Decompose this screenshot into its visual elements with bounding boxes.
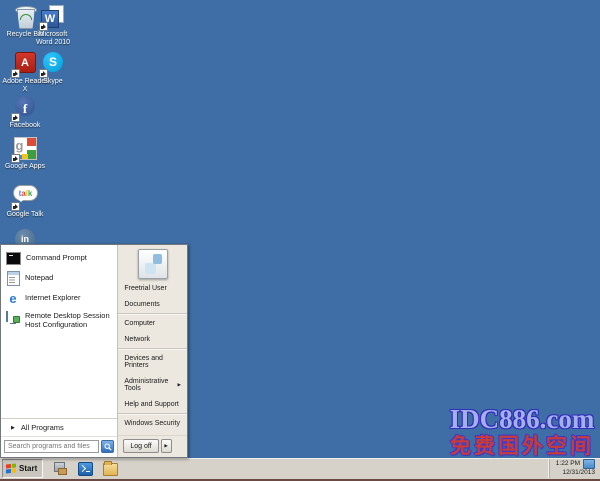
menu-separator [118, 313, 187, 314]
shortcut-arrow-icon [39, 69, 48, 78]
menu-item-notepad[interactable]: Notepad [1, 268, 117, 288]
start-menu-right-column: Freetrial User Documents Computer Networ… [117, 245, 187, 457]
desktop-icon-label: Skype [30, 78, 76, 86]
notepad-icon [6, 271, 20, 285]
remote-desktop-config-icon [6, 311, 20, 325]
logoff-row: Log off ▶ [118, 435, 187, 457]
menu-separator [118, 413, 187, 414]
desktop-icon-label: Google Talk [2, 211, 48, 219]
menu-item-help-support[interactable]: Help and Support [118, 396, 187, 412]
server-manager-icon [54, 462, 67, 475]
shortcut-arrow-icon [39, 22, 48, 31]
command-prompt-icon [6, 251, 21, 265]
facebook-icon: f [13, 96, 37, 120]
menu-item-rd-session-host-config[interactable]: Remote Desktop Session Host Configuratio… [1, 308, 117, 333]
folder-icon [103, 463, 118, 476]
menu-item-internet-explorer[interactable]: e Internet Explorer [1, 288, 117, 308]
menu-item-network[interactable]: Network [118, 331, 187, 347]
menu-item-windows-security[interactable]: Windows Security [118, 415, 187, 431]
start-button[interactable]: Start [2, 459, 43, 478]
menu-item-administrative-tools[interactable]: Administrative Tools ▶ [118, 373, 187, 396]
google-apps-icon: g [13, 137, 37, 161]
quick-launch [53, 462, 118, 476]
search-go-button[interactable] [101, 440, 114, 453]
menu-item-devices-printers[interactable]: Devices and Printers [118, 350, 187, 373]
google-talk-icon: talk [13, 185, 37, 209]
desktop-icon-skype[interactable]: S Skype [30, 51, 76, 86]
taskbar-clock[interactable]: 1:22 PM 12/31/2013 [556, 459, 595, 477]
windows-explorer-button[interactable] [103, 462, 118, 476]
log-off-button[interactable]: Log off [123, 439, 158, 453]
desktop-icon-facebook[interactable]: f Facebook [2, 95, 48, 130]
magnifier-icon [104, 443, 112, 451]
start-menu: Command Prompt Notepad e Internet Explor… [0, 244, 188, 458]
user-avatar[interactable] [138, 249, 168, 279]
word-icon: W [41, 5, 65, 29]
menu-item-computer[interactable]: Computer [118, 315, 187, 331]
menu-item-command-prompt[interactable]: Command Prompt [1, 248, 117, 268]
shutdown-options-button[interactable]: ▶ [161, 439, 172, 453]
user-name[interactable]: Freetrial User [118, 282, 187, 296]
shortcut-arrow-icon [11, 113, 20, 122]
all-programs-item[interactable]: ▶ All Programs [1, 419, 117, 436]
menu-separator [118, 348, 187, 349]
server-manager-button[interactable] [53, 462, 68, 476]
desktop-icon-word[interactable]: W Microsoft Word 2010 [30, 5, 76, 48]
clock-time: 1:22 PM [556, 460, 580, 468]
shortcut-arrow-icon [11, 154, 20, 163]
watermark-line2: 免费国外空间 [446, 436, 598, 457]
desktop[interactable]: Recycle Bin W Microsoft Word 2010 A Adob… [0, 0, 600, 481]
powershell-icon [78, 462, 93, 476]
desktop-icon-label: Facebook [2, 122, 48, 130]
network-icon[interactable] [583, 459, 595, 469]
desktop-icon-label: Microsoft Word 2010 [30, 31, 76, 48]
system-tray: 1:22 PM 12/31/2013 [549, 459, 598, 478]
powershell-button[interactable] [78, 462, 93, 476]
windows-logo-icon [6, 463, 16, 473]
clock-date: 12/31/2013 [562, 469, 595, 477]
shortcut-arrow-icon [11, 202, 20, 211]
taskbar: Start 1:22 PM 12/31/2013 [0, 458, 600, 481]
desktop-icon-label: Google Apps [2, 163, 48, 171]
start-menu-left-column: Command Prompt Notepad e Internet Explor… [1, 245, 117, 457]
submenu-arrow-icon: ▶ [178, 382, 181, 388]
desktop-icon-google-apps[interactable]: g Google Apps [2, 137, 48, 171]
logoff-arrow-icon: ▶ [164, 443, 167, 449]
search-input[interactable] [4, 440, 99, 453]
all-programs-arrow-icon: ▶ [11, 425, 15, 431]
watermark: IDC886.com 免费国外空间 [446, 406, 598, 457]
internet-explorer-icon: e [6, 291, 20, 305]
watermark-line1: IDC886.com [446, 406, 598, 434]
menu-item-documents[interactable]: Documents [118, 296, 187, 312]
desktop-icon-google-talk[interactable]: talk Google Talk [2, 183, 48, 219]
shortcut-arrow-icon [11, 69, 20, 78]
search-row [1, 436, 117, 457]
skype-icon: S [41, 52, 65, 76]
